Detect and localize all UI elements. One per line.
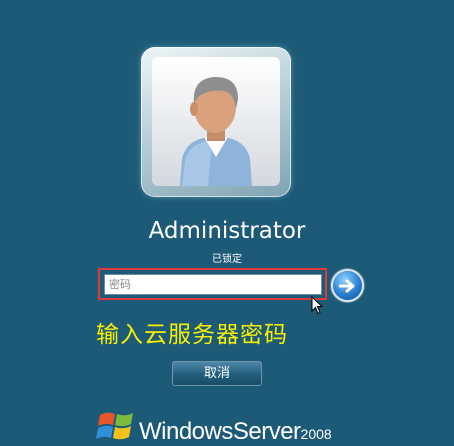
instruction-annotation: 输入云服务器密码 bbox=[96, 322, 288, 348]
arrow-right-icon bbox=[338, 279, 354, 292]
password-input[interactable] bbox=[104, 274, 322, 295]
submit-arrow-button[interactable] bbox=[333, 271, 362, 300]
windows-flag-icon bbox=[96, 412, 133, 440]
locked-status: 已锁定 bbox=[212, 254, 242, 265]
user-tile bbox=[141, 47, 291, 197]
brand-product: WindowsServer bbox=[139, 418, 301, 445]
cancel-button[interactable]: 取消 bbox=[172, 361, 262, 386]
user-avatar-icon bbox=[152, 57, 280, 186]
username: Administrator bbox=[148, 218, 306, 244]
mouse-cursor-icon bbox=[311, 296, 323, 315]
windows-server-brand: WindowsServer2008 bbox=[139, 418, 332, 446]
